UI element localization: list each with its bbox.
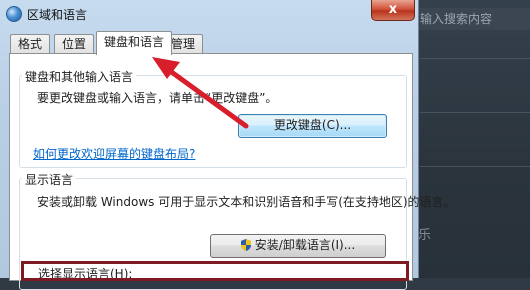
install-uninstall-languages-button[interactable]: 安装/卸载语言(I)... bbox=[210, 234, 386, 258]
background-text: 乐 bbox=[418, 228, 432, 243]
install-button-label: 安装/卸载语言(I)... bbox=[254, 238, 356, 252]
tab-location[interactable]: 位置 bbox=[54, 34, 95, 54]
welcome-screen-keyboard-help-link[interactable]: 如何更改欢迎屏幕的键盘布局? bbox=[33, 145, 195, 162]
uac-shield-icon bbox=[240, 239, 251, 251]
background-divider bbox=[420, 166, 530, 167]
tab-formats[interactable]: 格式 bbox=[10, 34, 51, 54]
window-title: 区域和语言 bbox=[27, 8, 88, 22]
background-divider bbox=[420, 112, 530, 113]
tab-keyboards-languages[interactable]: 键盘和语言 bbox=[96, 31, 173, 55]
keyboard-group-title: 键盘和其他输入语言 bbox=[22, 68, 137, 85]
display-language-group-title: 显示语言 bbox=[22, 171, 77, 188]
display-language-description: 安装或卸载 Windows 可用于显示文本和识别语音和手写(在支持地区)的语言。 bbox=[37, 195, 456, 209]
region-language-dialog: 区域和语言 x 格式 位置 键盘和语言 管理 键盘和其他输入语言 要更改键盘或输… bbox=[0, 0, 456, 290]
close-button[interactable]: x bbox=[371, 0, 415, 21]
background-divider bbox=[420, 58, 530, 59]
tab-panel: 键盘和其他输入语言 要更改键盘或输入语言，请单击“更改键盘”。 更改键盘(C).… bbox=[9, 53, 456, 290]
title-bar[interactable]: 区域和语言 x bbox=[0, 0, 418, 28]
keyboard-description: 要更改键盘或输入语言，请单击“更改键盘”。 bbox=[37, 91, 278, 105]
background-search-box[interactable]: 输入搜索内容 bbox=[412, 8, 530, 30]
annotation-highlight-box bbox=[21, 261, 409, 281]
globe-icon bbox=[6, 6, 22, 22]
change-keyboard-button[interactable]: 更改键盘(C)... bbox=[238, 114, 387, 138]
